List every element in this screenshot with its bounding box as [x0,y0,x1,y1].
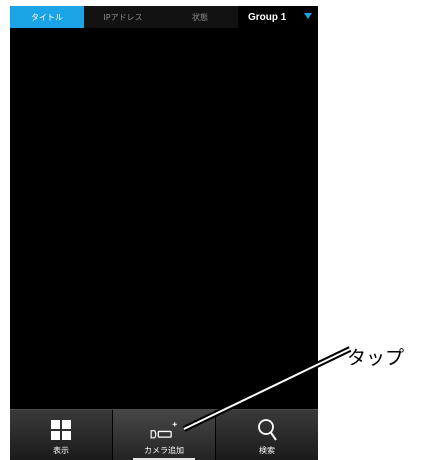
tap-annotation-label: タップ [347,347,405,369]
callout-line [182,346,352,432]
